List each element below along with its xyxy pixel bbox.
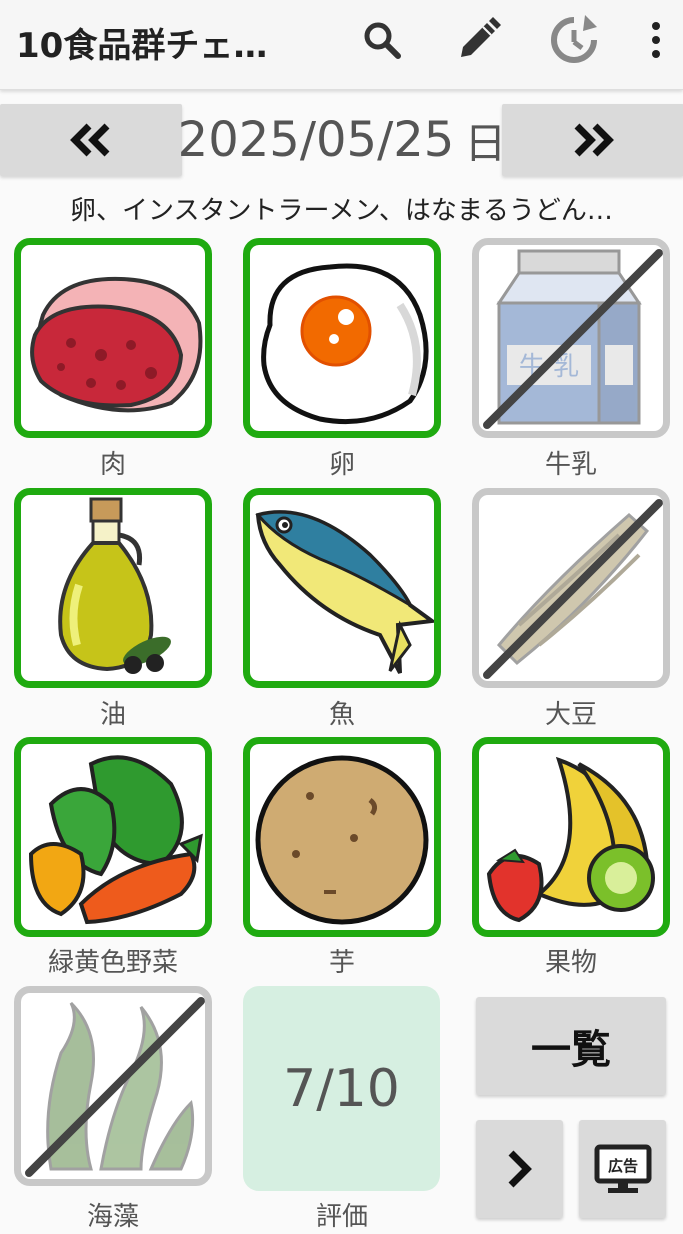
food-tile-seaweed[interactable] <box>14 986 212 1186</box>
food-tile-fruit[interactable] <box>472 737 670 937</box>
double-chevron-left-icon <box>70 123 110 157</box>
food-label: 芋 <box>328 948 355 978</box>
food-label: 魚 <box>328 700 355 730</box>
fish-icon <box>255 510 434 674</box>
search-icon[interactable] <box>352 10 412 70</box>
vegetables-icon <box>28 755 203 925</box>
food-tile-green-yellow-vegetables[interactable] <box>14 737 212 937</box>
weekday: 日 <box>464 118 507 168</box>
food-tile-meat[interactable] <box>14 238 212 438</box>
oil-bottle-icon <box>58 497 171 674</box>
history-icon[interactable] <box>544 10 604 70</box>
date-value: 2025/05/25 <box>177 112 455 168</box>
list-button[interactable]: 一覧 <box>476 997 666 1095</box>
food-label: 油 <box>99 700 126 730</box>
evaluation-score: 7/10 <box>243 986 440 1191</box>
milk-carton-icon: 牛 乳 <box>483 249 663 429</box>
seaweed-icon <box>25 997 205 1177</box>
chevron-right-icon <box>508 1150 532 1188</box>
food-tile-fish[interactable] <box>243 488 441 688</box>
app-bar: 10食品群チェ… <box>0 0 683 90</box>
evaluation-label: 評価 <box>315 1202 368 1232</box>
app-title: 10食品群チェ… <box>16 26 268 66</box>
next-button[interactable] <box>476 1120 563 1218</box>
food-label: 牛乳 <box>544 450 597 480</box>
next-day-button[interactable] <box>502 104 683 176</box>
fruit-icon <box>486 756 655 923</box>
food-label: 果物 <box>544 948 597 978</box>
ad-monitor-icon: 広告 <box>594 1144 651 1193</box>
food-tile-soybean[interactable] <box>472 488 670 688</box>
food-tile-oil[interactable] <box>14 488 212 688</box>
food-label: 緑黄色野菜 <box>47 948 178 978</box>
ad-text: 広告 <box>607 1157 637 1175</box>
potato-icon <box>255 755 429 925</box>
double-chevron-right-icon <box>574 123 614 157</box>
food-label: 卵 <box>328 450 355 480</box>
current-date[interactable]: 2025/05/25 日 <box>178 104 507 176</box>
food-tile-potato[interactable] <box>243 737 441 937</box>
ad-button[interactable]: 広告 <box>579 1120 666 1218</box>
food-label: 肉 <box>99 450 126 480</box>
food-label: 海藻 <box>86 1202 139 1232</box>
food-tile-egg[interactable] <box>243 238 441 438</box>
egg-icon <box>261 263 429 425</box>
date-navigation: 2025/05/25 日 <box>0 104 683 176</box>
natto-icon <box>483 499 663 679</box>
meal-summary[interactable]: 卵、インスタントラーメン、はなまるうどん… <box>0 190 683 227</box>
pencil-icon[interactable] <box>448 10 508 70</box>
more-vert-icon[interactable] <box>628 10 683 70</box>
meat-icon <box>30 276 203 413</box>
previous-day-button[interactable] <box>0 104 182 176</box>
food-tile-milk[interactable]: 牛 乳 <box>472 238 670 438</box>
food-label: 大豆 <box>544 700 597 730</box>
